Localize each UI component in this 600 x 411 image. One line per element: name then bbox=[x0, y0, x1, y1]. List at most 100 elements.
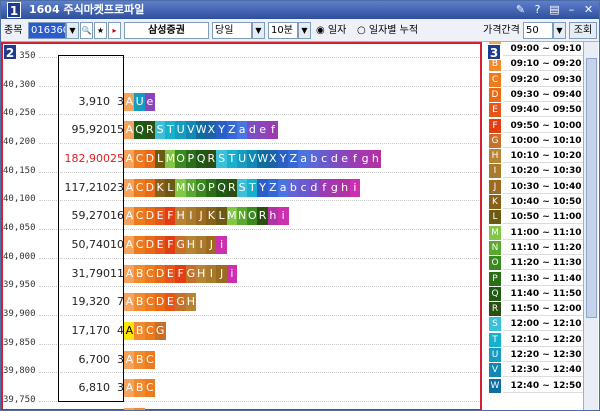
tpo-cell: h bbox=[267, 207, 279, 226]
tpo-cell: P bbox=[185, 150, 197, 168]
query-button[interactable]: 조회 bbox=[569, 22, 597, 39]
tpo-cell: A bbox=[124, 207, 135, 226]
legend-time: 11:40 ~ 11:50 bbox=[503, 287, 589, 301]
y-tick-label: 39,950 bbox=[3, 280, 36, 291]
tpo-cell: d bbox=[308, 178, 320, 197]
period-dropdown[interactable]: ▼ bbox=[252, 22, 265, 39]
stock-code-input[interactable]: 016360 bbox=[28, 22, 66, 39]
legend-time: 10:00 ~ 10:10 bbox=[503, 134, 589, 148]
tpo-cell: A bbox=[124, 150, 135, 168]
pin-icon[interactable]: ✎ bbox=[514, 1, 527, 19]
star-icon[interactable]: ★ bbox=[94, 22, 107, 39]
legend-scrollbar[interactable] bbox=[583, 42, 598, 410]
tpo-cell: h bbox=[339, 178, 350, 197]
tpo-count: 3 bbox=[117, 381, 124, 395]
legend-time: 10:30 ~ 10:40 bbox=[503, 180, 589, 194]
tpo-cell: S bbox=[216, 150, 227, 168]
tpo-cell: E bbox=[154, 236, 166, 254]
tpo-cell: U bbox=[236, 150, 248, 168]
tpo-cell: g bbox=[359, 150, 371, 168]
legend-row: F 09:50 ~ 10:00 bbox=[485, 118, 599, 134]
mode-daily-radio[interactable]: ◉ 일자 bbox=[316, 23, 346, 38]
tpo-cell: E bbox=[154, 207, 166, 226]
tpo-cell: Z bbox=[267, 178, 279, 197]
tpo-cell: I bbox=[206, 264, 217, 283]
tpo-cell: O bbox=[175, 150, 186, 168]
help-icon[interactable]: ? bbox=[531, 1, 544, 19]
tpo-cell: e bbox=[144, 92, 156, 111]
tpo-cell: D bbox=[144, 236, 156, 254]
price-step-dropdown[interactable]: ▼ bbox=[553, 22, 566, 39]
tpo-cell: J bbox=[206, 236, 217, 254]
legend-row: M 11:00 ~ 11:10 bbox=[485, 225, 599, 241]
price-step-select[interactable]: 50 bbox=[523, 22, 553, 39]
tpo-cell: T bbox=[165, 121, 176, 140]
legend-letter: E bbox=[489, 103, 501, 118]
mode-cumulative-radio[interactable]: ○ 일자별 누적 bbox=[357, 23, 418, 38]
legend-time: 11:00 ~ 11:10 bbox=[503, 226, 589, 240]
period-select[interactable]: 당일 bbox=[212, 22, 252, 39]
tpo-cell: A bbox=[124, 236, 135, 254]
tpo-cell: i bbox=[226, 264, 238, 283]
legend-time: 12:30 ~ 12:40 bbox=[503, 363, 589, 378]
tpo-cell: L bbox=[216, 207, 227, 226]
legend-letter: S bbox=[489, 317, 501, 332]
tpo-count: 3 bbox=[117, 94, 124, 108]
legend-time: 12:20 ~ 12:30 bbox=[503, 348, 589, 362]
legend-row: V 12:30 ~ 12:40 bbox=[485, 363, 599, 378]
tpo-cell: Y bbox=[277, 150, 289, 168]
tpo-cell: H bbox=[195, 264, 207, 283]
legend-time: 10:10 ~ 10:20 bbox=[503, 149, 589, 164]
interval-dropdown[interactable]: ▼ bbox=[298, 22, 311, 39]
tpo-cell: G bbox=[175, 293, 186, 312]
legend-time: 09:20 ~ 09:30 bbox=[503, 73, 589, 87]
market-profile-window: 1604 주식마켓프로파일 ✎ ? ▤ – ✕ 1 종목 016360 ▼ 🔍 … bbox=[0, 0, 600, 411]
tpo-cell: T bbox=[247, 178, 258, 197]
tpo-cell: K bbox=[206, 207, 217, 226]
marker-2: 2 bbox=[3, 44, 17, 60]
volume-value: 6,700 bbox=[78, 352, 111, 366]
title-bar[interactable]: 1604 주식마켓프로파일 ✎ ? ▤ – ✕ bbox=[1, 1, 599, 19]
scroll-thumb[interactable] bbox=[586, 58, 597, 318]
tpo-cell: Q bbox=[195, 150, 207, 168]
volume-value: 19,320 bbox=[71, 295, 111, 309]
legend-letter: T bbox=[489, 332, 501, 347]
tpo-cell: B bbox=[134, 293, 145, 312]
legend-letter: O bbox=[489, 256, 501, 271]
legend-time: 12:10 ~ 12:20 bbox=[503, 333, 589, 347]
legend-letter: D bbox=[489, 87, 501, 102]
legend-letter: G bbox=[489, 133, 501, 148]
y-tick-label: 39,800 bbox=[3, 366, 36, 377]
legend-time: 11:20 ~ 11:30 bbox=[503, 256, 589, 271]
legend-row: H 10:10 ~ 10:20 bbox=[485, 149, 599, 164]
tpo-count: 16 bbox=[110, 209, 124, 223]
interval-select[interactable]: 10분 bbox=[268, 22, 298, 39]
marker-1: 1 bbox=[7, 2, 21, 18]
tpo-cell: h bbox=[370, 150, 381, 168]
close-icon[interactable]: ✕ bbox=[582, 1, 595, 19]
tpo-cell: O bbox=[195, 178, 207, 197]
legend-letter: N bbox=[489, 240, 501, 255]
tpo-cell: X bbox=[267, 150, 279, 168]
menu-icon[interactable]: ▤ bbox=[548, 1, 561, 19]
tpo-cell: Y bbox=[257, 178, 268, 197]
tpo-cell: N bbox=[185, 178, 197, 197]
minimize-icon[interactable]: – bbox=[565, 1, 578, 19]
stock-dropdown[interactable]: ▼ bbox=[66, 22, 79, 39]
tpo-cell: i bbox=[349, 178, 361, 197]
window-title: 1604 주식마켓프로파일 bbox=[29, 3, 145, 16]
tpo-cell: N bbox=[236, 207, 248, 226]
tpo-cell: A bbox=[124, 264, 135, 283]
tpo-cell: Z bbox=[226, 121, 238, 140]
tpo-cell: S bbox=[154, 121, 166, 140]
search-icon[interactable]: 🔍 bbox=[80, 22, 93, 39]
legend-letter: M bbox=[489, 225, 501, 240]
tpo-cell: B bbox=[134, 322, 145, 340]
legend-row: D 09:30 ~ 09:40 bbox=[485, 87, 599, 103]
tpo-cell: C bbox=[144, 350, 156, 369]
arrow-icon[interactable]: ▸ bbox=[108, 22, 121, 39]
legend-time: 11:10 ~ 11:20 bbox=[503, 241, 589, 255]
time-legend-panel: 09:00 ~ 09:10 B 09:10 ~ 09:20 C 09:20 ~ 09:3… bbox=[485, 42, 599, 410]
y-tick-label: 39,850 bbox=[3, 337, 36, 348]
marker-3: 3 bbox=[487, 44, 501, 60]
